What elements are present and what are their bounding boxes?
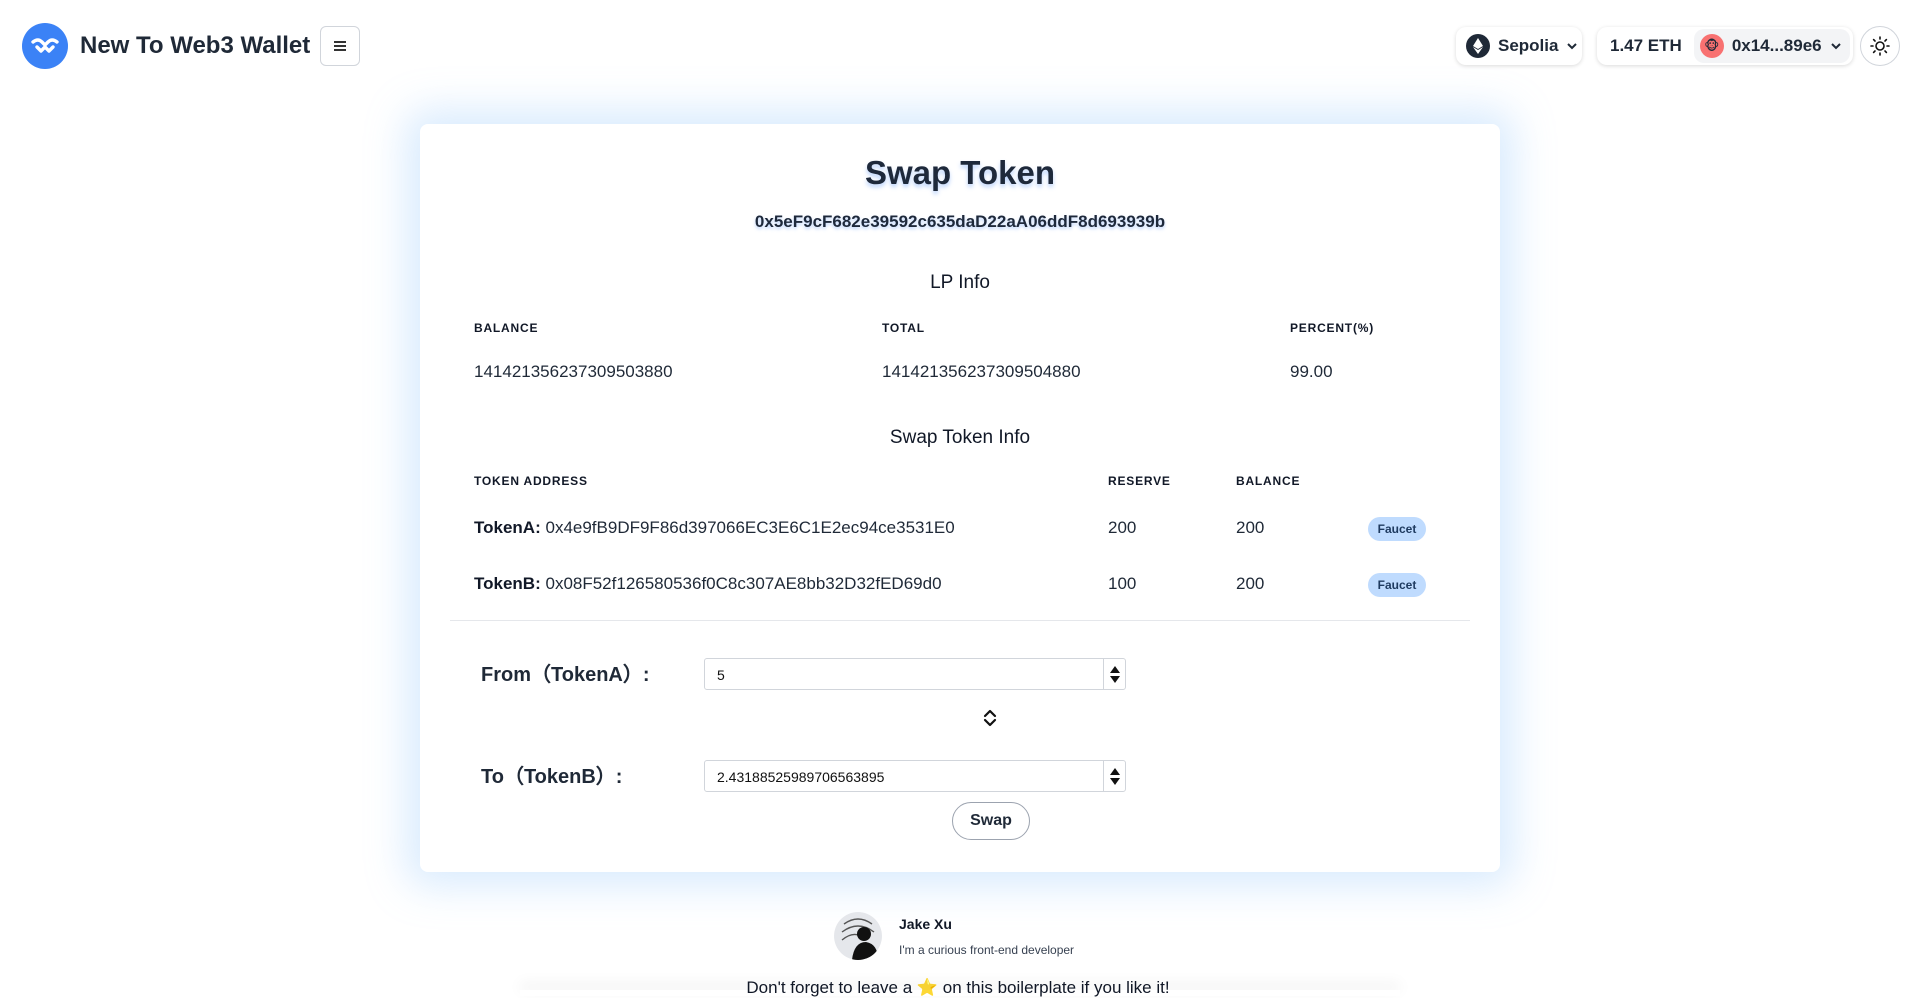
token-b-row: TokenB: 0x08F52f126580536f0C8c307AE8bb32…	[474, 574, 942, 594]
token-header-reserve: RESERVE	[1108, 474, 1171, 488]
stepper-down-icon[interactable]	[1109, 777, 1120, 785]
to-amount-value: 2.43188525989706563895	[717, 769, 885, 785]
author-avatar	[834, 912, 882, 960]
account-avatar: 🐵	[1699, 34, 1724, 58]
token-b-balance: 200	[1236, 574, 1265, 593]
token-b-reserve: 100	[1108, 574, 1137, 593]
account-address: 0x14...89e6	[1731, 36, 1822, 55]
token-a-reserve: 200	[1108, 518, 1137, 537]
token-header-balance: BALANCE	[1236, 474, 1301, 488]
app-name: New To Web3 Wallet	[80, 32, 311, 59]
from-stepper[interactable]	[1103, 659, 1125, 689]
brand: New To Web3 Wallet	[22, 22, 361, 70]
token-a-faucet-button[interactable]: Faucet	[1368, 517, 1426, 541]
hamburger-icon	[334, 39, 347, 53]
swap-card: Swap Token 0x5eF9cF682e39592c635daD22aA0…	[420, 124, 1500, 872]
token-a-balance: 200	[1236, 518, 1265, 537]
token-b-address: 0x08F52f126580536f0C8c307AE8bb32D32fED69…	[545, 574, 942, 593]
token-a-row: TokenA: 0x4e9fB9DF9F86d397066EC3E6C1E2ec…	[474, 518, 955, 538]
ethereum-icon	[1466, 34, 1490, 58]
token-header-address: TOKEN ADDRESS	[474, 474, 588, 488]
lp-header-total: TOTAL	[882, 321, 925, 335]
footer-divider	[520, 990, 1400, 996]
swap-direction-icon[interactable]	[982, 708, 998, 728]
wallet-logo-icon	[22, 23, 68, 69]
top-header: New To Web3 Wallet Sepolia 1.47 ETH 🐵 0x…	[0, 0, 1916, 92]
from-amount-value: 5	[717, 667, 725, 683]
token-b-faucet-button[interactable]: Faucet	[1368, 573, 1426, 597]
token-a-name: TokenA:	[474, 518, 541, 537]
page-title: Swap Token	[864, 154, 1056, 191]
lp-balance-value: 141421356237309503880	[474, 362, 673, 381]
stepper-down-icon[interactable]	[1109, 675, 1120, 683]
lp-header-balance: BALANCE	[474, 321, 539, 335]
chevron-down-icon	[1830, 43, 1841, 50]
from-amount-input[interactable]: 5	[704, 658, 1126, 690]
eth-balance: 1.47 ETH	[1610, 36, 1682, 55]
network-label: Sepolia	[1498, 36, 1559, 55]
token-b-name: TokenB:	[474, 574, 541, 593]
stepper-up-icon[interactable]	[1109, 665, 1120, 673]
to-label: To（TokenB）:	[481, 766, 623, 788]
lp-header-percent: PERCENT(%)	[1290, 321, 1375, 335]
lp-info-title: LP Info	[930, 272, 990, 293]
account-widget: 1.47 ETH 🐵 0x14...89e6	[1597, 27, 1853, 65]
chevron-down-icon	[1567, 43, 1578, 50]
token-info-title: Swap Token Info	[889, 427, 1031, 448]
lp-total-value: 141421356237309504880	[882, 362, 1081, 381]
account-button[interactable]: 🐵 0x14...89e6	[1693, 29, 1850, 63]
lp-percent-value: 99.00	[1290, 362, 1333, 381]
author-name: Jake Xu	[899, 916, 952, 932]
token-a-address: 0x4e9fB9DF9F86d397066EC3E6C1E2ec94ce3531…	[545, 518, 955, 537]
author-bio: I'm a curious front-end developer	[899, 943, 1075, 957]
theme-toggle-button[interactable]	[1860, 26, 1900, 66]
to-stepper[interactable]	[1103, 761, 1125, 791]
to-amount-input[interactable]: 2.43188525989706563895	[704, 760, 1126, 792]
network-switch-button[interactable]: Sepolia	[1456, 27, 1582, 65]
stepper-up-icon[interactable]	[1109, 767, 1120, 775]
menu-button[interactable]	[320, 26, 361, 66]
swap-button[interactable]: Swap	[952, 802, 1030, 840]
from-label: From（TokenA）:	[481, 664, 650, 686]
sun-icon	[1870, 36, 1890, 56]
section-divider	[450, 620, 1470, 621]
contract-address: 0x5eF9cF682e39592c635daD22aA06ddF8d69393…	[754, 212, 1166, 231]
